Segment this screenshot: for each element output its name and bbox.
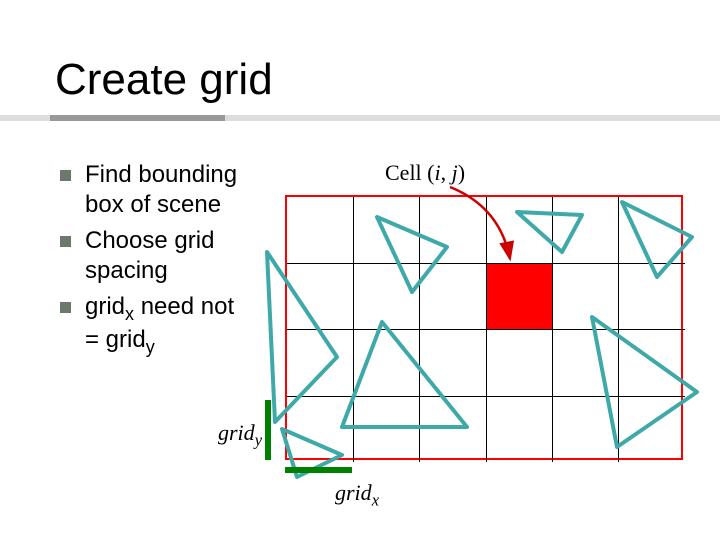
subscript: y: [146, 337, 155, 357]
text-fragment: grid: [218, 420, 255, 445]
cell-label: Cell (i, j): [385, 160, 465, 186]
subscript: x: [125, 304, 134, 324]
bullet-icon: [60, 170, 71, 181]
list-item: Choose grid spacing: [60, 226, 250, 286]
list-item: gridx need not = gridy: [60, 292, 250, 359]
list-item: Find bounding box of scene: [60, 160, 250, 220]
title-underline: [0, 115, 720, 121]
gridx-axis-label: gridx: [335, 480, 379, 510]
text-fragment: ,: [441, 160, 452, 185]
bullet-icon: [60, 236, 71, 247]
slide-title: Create grid: [55, 55, 273, 105]
bullet-text: Choose grid spacing: [85, 226, 250, 286]
gridy-measure-icon: [265, 400, 271, 460]
text-fragment: grid: [85, 293, 125, 320]
gridy-axis-label: gridy: [218, 420, 262, 450]
bullet-text: gridx need not = gridy: [85, 292, 250, 359]
bullet-list: Find bounding box of scene Choose grid s…: [60, 160, 250, 365]
text-fragment: Cell (: [385, 160, 435, 185]
bullet-icon: [60, 302, 71, 313]
text-fragment: grid: [335, 480, 372, 505]
subscript: y: [255, 430, 262, 449]
bullet-text: Find bounding box of scene: [85, 160, 250, 220]
subscript: x: [372, 490, 379, 509]
grid-diagram: [285, 195, 695, 475]
arrow-icon: [440, 187, 540, 277]
gridx-measure-icon: [285, 467, 352, 473]
text-fragment: ): [458, 160, 465, 185]
